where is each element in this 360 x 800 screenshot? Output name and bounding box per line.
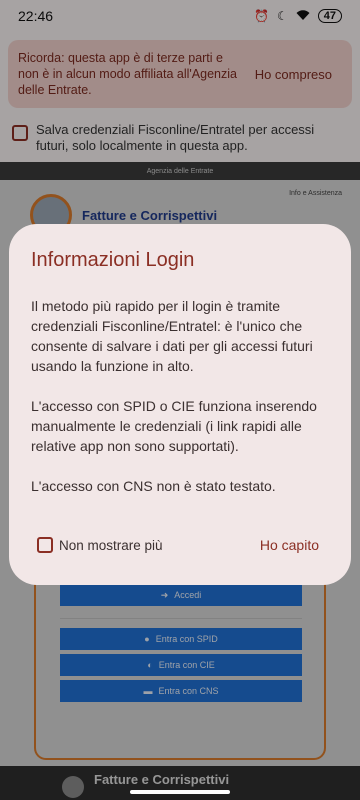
dialog-paragraph: Il metodo più rapido per il login è tram… [31, 298, 313, 374]
dont-show-again-checkbox[interactable] [37, 537, 53, 553]
ho-capito-button[interactable]: Ho capito [260, 537, 319, 553]
dialog-actions: Non mostrare più Ho capito [37, 537, 319, 553]
dialog-title: Informazioni Login [31, 249, 195, 271]
dialog-paragraph: L'accesso con SPID o CIE funziona insere… [31, 398, 317, 454]
dialog-body: Il metodo più rapido per il login è tram… [31, 296, 329, 496]
gesture-bar[interactable] [130, 790, 230, 794]
dont-show-again-label: Non mostrare più [59, 537, 163, 553]
dont-show-again-row[interactable]: Non mostrare più [37, 537, 163, 553]
login-info-dialog: Informazioni Login Il metodo più rapido … [9, 224, 351, 585]
dialog-paragraph: L'accesso con CNS non è stato testato. [31, 478, 276, 494]
